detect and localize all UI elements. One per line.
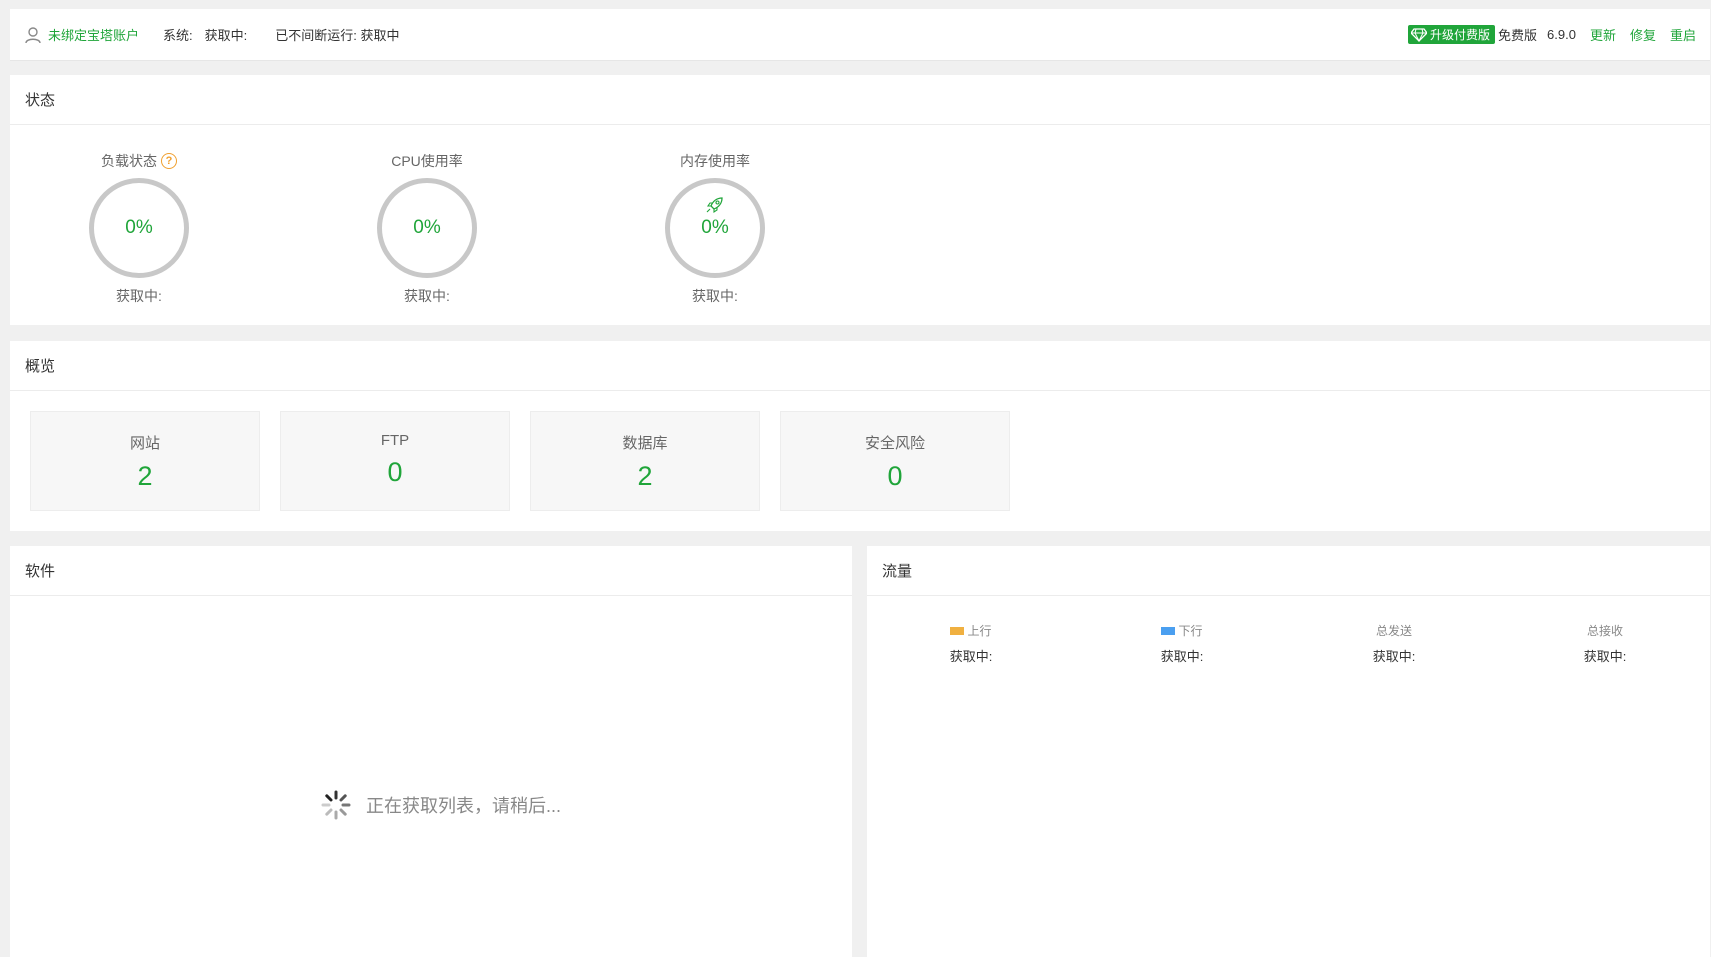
traffic-total-sent: 总发送 获取中: bbox=[1334, 622, 1454, 665]
overview-card-label: 安全风险 bbox=[864, 435, 925, 452]
traffic-upstream-value: 获取中: bbox=[949, 649, 993, 664]
cpu-gauge-label: CPU使用率 bbox=[391, 153, 463, 169]
system-value: 获取中: bbox=[204, 28, 248, 43]
status-title: 状态 bbox=[10, 75, 1710, 125]
load-gauge-label: 负载状态 bbox=[101, 153, 157, 169]
top-bar-left: 未绑定宝塔账户 系统: 获取中: 已不间断运行: 获取中 bbox=[24, 25, 400, 44]
overview-card-value: 2 bbox=[637, 461, 653, 491]
spinner-icon bbox=[321, 790, 351, 820]
software-loading: 正在获取列表，请稍后... bbox=[320, 789, 561, 821]
traffic-downstream-value: 获取中: bbox=[1160, 649, 1204, 664]
upstream-legend-swatch bbox=[950, 626, 965, 635]
traffic-upstream-label: 上行 bbox=[967, 624, 992, 638]
user-icon bbox=[25, 26, 41, 43]
software-title: 软件 bbox=[10, 546, 852, 596]
downstream-legend-swatch bbox=[1161, 626, 1176, 635]
uptime-info: 已不间断运行: 获取中 bbox=[275, 28, 400, 43]
restart-link[interactable]: 重启 bbox=[1670, 25, 1696, 44]
overview-card-ftp[interactable]: FTP 0 bbox=[280, 411, 510, 511]
cpu-ring: 0% bbox=[377, 178, 477, 278]
version-label: 6.9.0 bbox=[1547, 27, 1576, 42]
rocket-icon[interactable] bbox=[705, 195, 725, 215]
top-bar: 未绑定宝塔账户 系统: 获取中: 已不间断运行: 获取中 升级付费版 免费版 6.… bbox=[10, 9, 1710, 61]
traffic-total-received-value: 获取中: bbox=[1583, 649, 1627, 664]
load-gauge[interactable]: 负载状态 ? 0% 获取中: bbox=[84, 151, 194, 306]
overview-card-value: 0 bbox=[887, 461, 903, 491]
load-gauge-label-row: 负载状态 ? bbox=[84, 151, 194, 171]
cpu-gauge[interactable]: CPU使用率 0% 获取中: bbox=[372, 151, 482, 306]
overview-card-label: FTP bbox=[380, 432, 410, 449]
bind-account-link[interactable]: 未绑定宝塔账户 bbox=[48, 25, 139, 44]
traffic-upstream-label-row: 上行 bbox=[911, 622, 1031, 639]
load-value: 0% bbox=[125, 217, 153, 238]
upgrade-button[interactable]: 升级付费版 bbox=[1408, 25, 1496, 44]
overview-card-label: 数据库 bbox=[622, 435, 668, 452]
overview-title: 概览 bbox=[10, 341, 1710, 391]
traffic-panel: 流量 上行 获取中: 下行 获取中: 总发送 获取中: 总接收 获取中: bbox=[867, 546, 1710, 957]
overview-card-label: 网站 bbox=[129, 435, 160, 452]
traffic-total-received-label: 总接收 bbox=[1586, 624, 1623, 638]
help-icon[interactable]: ? bbox=[161, 153, 177, 169]
traffic-total-sent-value: 获取中: bbox=[1372, 649, 1416, 664]
diamond-icon bbox=[1411, 27, 1427, 42]
overview-panel: 概览 网站 2 FTP 0 数据库 2 安全风险 0 bbox=[10, 341, 1710, 531]
top-bar-right: 升级付费版 免费版 6.9.0 更新 修复 重启 bbox=[1408, 25, 1696, 44]
cpu-value: 0% bbox=[413, 217, 441, 238]
traffic-downstream: 下行 获取中: bbox=[1122, 622, 1242, 665]
traffic-downstream-label: 下行 bbox=[1178, 624, 1203, 638]
status-panel: 状态 负载状态 ? 0% 获取中: CPU使用率 0% 获取中: 内存使用率 0… bbox=[10, 75, 1710, 325]
load-sub: 获取中: bbox=[116, 288, 162, 304]
overview-card-value: 2 bbox=[137, 461, 153, 491]
overview-card-security-risk[interactable]: 安全风险 0 bbox=[780, 411, 1010, 511]
memory-gauge-label: 内存使用率 bbox=[680, 153, 750, 169]
memory-sub: 获取中: bbox=[692, 288, 738, 304]
upgrade-label: 升级付费版 bbox=[1430, 28, 1491, 42]
system-info: 系统: 获取中: bbox=[163, 25, 247, 44]
repair-link[interactable]: 修复 bbox=[1630, 25, 1656, 44]
edition-label: 免费版 bbox=[1498, 28, 1538, 43]
loading-text: 正在获取列表，请稍后... bbox=[366, 796, 562, 816]
system-label: 系统: bbox=[163, 28, 193, 43]
overview-card-websites[interactable]: 网站 2 bbox=[30, 411, 260, 511]
load-ring: 0% bbox=[89, 178, 189, 278]
traffic-downstream-label-row: 下行 bbox=[1122, 622, 1242, 639]
traffic-upstream: 上行 获取中: bbox=[911, 622, 1031, 665]
software-panel: 软件 正在获取列表，请稍后... bbox=[10, 546, 852, 957]
traffic-total-sent-label: 总发送 bbox=[1375, 624, 1412, 638]
traffic-total-received: 总接收 获取中: bbox=[1545, 622, 1665, 665]
memory-ring: 0% bbox=[665, 178, 765, 278]
update-link[interactable]: 更新 bbox=[1590, 25, 1616, 44]
overview-card-databases[interactable]: 数据库 2 bbox=[530, 411, 760, 511]
traffic-title: 流量 bbox=[867, 546, 1710, 596]
memory-gauge[interactable]: 内存使用率 0% 获取中: bbox=[660, 151, 770, 306]
overview-card-value: 0 bbox=[387, 457, 403, 487]
cpu-sub: 获取中: bbox=[404, 288, 450, 304]
memory-value: 0% bbox=[701, 217, 729, 238]
